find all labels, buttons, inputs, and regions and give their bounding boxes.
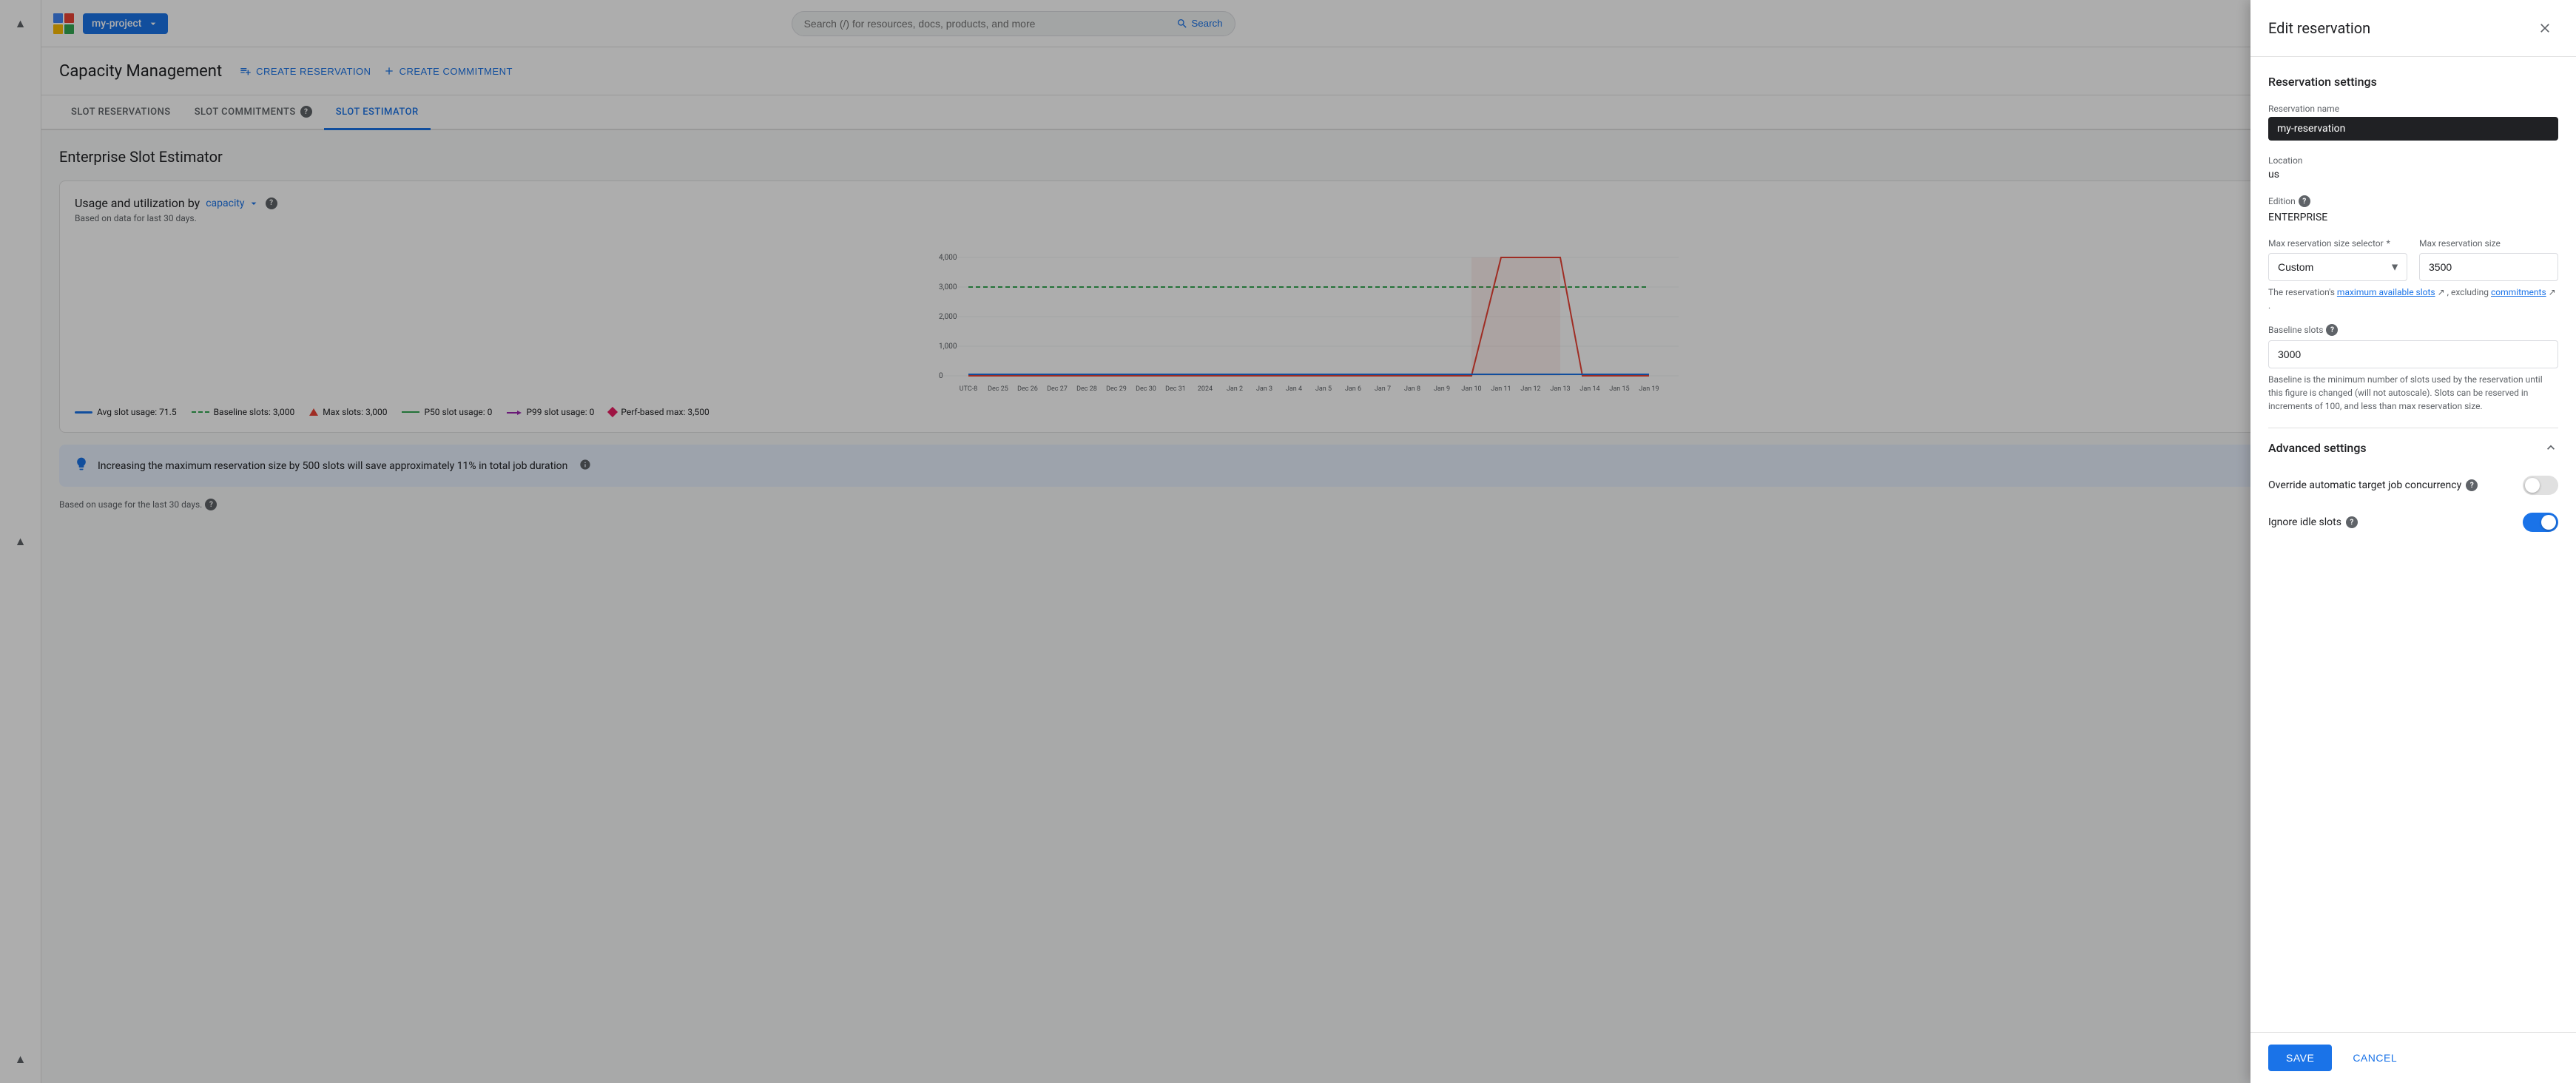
max-size-help-text: The reservation's maximum available slot…: [2268, 286, 2558, 312]
max-size-col: Max reservation size: [2419, 238, 2558, 281]
override-toggle[interactable]: [2523, 476, 2558, 495]
advanced-chevron-icon: [2543, 440, 2558, 455]
reservation-settings-heading: Reservation settings: [2268, 75, 2558, 89]
max-selector-label: Max reservation size selector *: [2268, 238, 2407, 249]
baseline-slots-input[interactable]: [2268, 340, 2558, 368]
max-selector-col: Max reservation size selector * Custom M…: [2268, 238, 2407, 281]
reservation-name-value: my-reservation: [2268, 117, 2558, 141]
save-button[interactable]: SAVE: [2268, 1045, 2332, 1071]
location-label: Location: [2268, 155, 2558, 166]
override-toggle-thumb: [2525, 478, 2540, 493]
location-value: us: [2268, 169, 2558, 180]
overlay-backdrop[interactable]: [0, 0, 2576, 1083]
override-toggle-row: Override automatic target job concurrenc…: [2268, 467, 2558, 504]
max-reservation-row: Max reservation size selector * Custom M…: [2268, 238, 2558, 281]
edition-help-icon[interactable]: ?: [2299, 195, 2310, 207]
commitments-link[interactable]: commitments: [2491, 287, 2546, 297]
max-size-label: Max reservation size: [2419, 238, 2558, 249]
reservation-name-field: Reservation name my-reservation: [2268, 104, 2558, 141]
edit-panel: Edit reservation Reservation settings Re…: [2250, 0, 2576, 1083]
edition-value: ENTERPRISE: [2268, 212, 2558, 223]
max-available-slots-link[interactable]: maximum available slots: [2337, 287, 2435, 297]
ignore-idle-toggle-thumb: [2541, 515, 2556, 530]
ignore-idle-label: Ignore idle slots ?: [2268, 516, 2358, 528]
ignore-idle-toggle[interactable]: [2523, 513, 2558, 532]
max-reservation-size-input[interactable]: [2419, 253, 2558, 281]
panel-title: Edit reservation: [2268, 19, 2370, 37]
advanced-section: Advanced settings Override automatic tar…: [2268, 428, 2558, 541]
advanced-settings-header[interactable]: Advanced settings: [2268, 428, 2558, 467]
reservation-name-label: Reservation name: [2268, 104, 2558, 114]
panel-footer: SAVE CANCEL: [2250, 1032, 2576, 1083]
edition-label: Edition ?: [2268, 195, 2558, 207]
override-label: Override automatic target job concurrenc…: [2268, 479, 2478, 491]
ignore-idle-help-icon[interactable]: ?: [2346, 516, 2358, 528]
ignore-idle-toggle-row: Ignore idle slots ?: [2268, 504, 2558, 541]
override-help-icon[interactable]: ?: [2466, 479, 2478, 491]
panel-body: Reservation settings Reservation name my…: [2250, 57, 2576, 1032]
baseline-slots-field: Baseline slots ? Baseline is the minimum…: [2268, 324, 2558, 413]
location-field: Location us: [2268, 155, 2558, 180]
max-size-selector-select[interactable]: Custom Maximum available None: [2268, 253, 2407, 281]
close-icon: [2538, 21, 2552, 36]
max-selector-wrapper: Custom Maximum available None ▼: [2268, 253, 2407, 281]
close-panel-button[interactable]: [2532, 15, 2558, 41]
advanced-settings-title: Advanced settings: [2268, 441, 2367, 455]
baseline-slots-description: Baseline is the minimum number of slots …: [2268, 373, 2558, 413]
baseline-slots-label: Baseline slots ?: [2268, 324, 2558, 336]
cancel-button[interactable]: CANCEL: [2341, 1045, 2409, 1071]
baseline-slots-help-icon[interactable]: ?: [2326, 324, 2338, 336]
edition-field: Edition ? ENTERPRISE: [2268, 195, 2558, 223]
panel-header: Edit reservation: [2250, 0, 2576, 57]
